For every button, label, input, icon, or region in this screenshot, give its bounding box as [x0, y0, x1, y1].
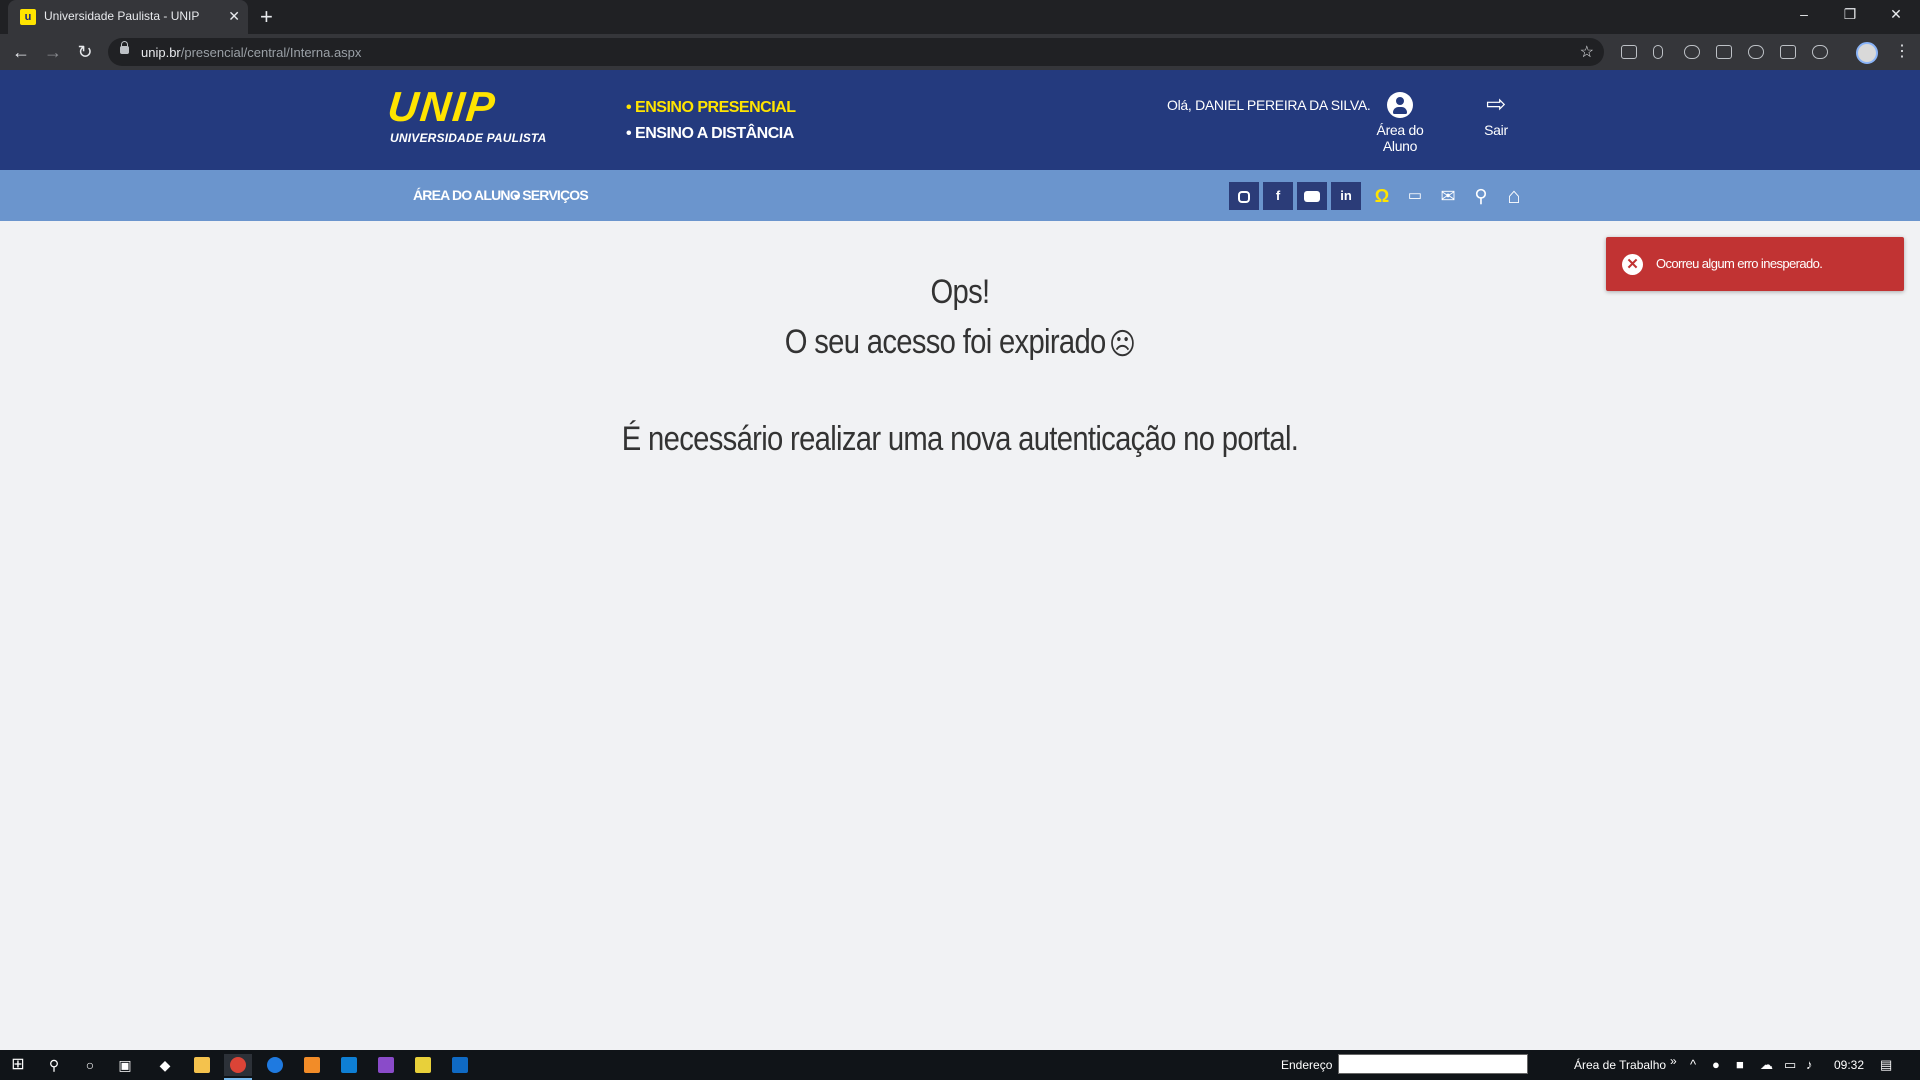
error-circle-icon: ✕	[1622, 254, 1643, 275]
taskbar-address-input[interactable]	[1338, 1054, 1528, 1074]
windows-taskbar: ⊞ ⚲ ○ ▣ ◆ Endereço Área de Trabalho » ^ …	[0, 1050, 1920, 1080]
back-button[interactable]: ←	[9, 40, 33, 64]
windows-start-icon[interactable]: ⊞	[8, 1055, 28, 1075]
bookmark-star-icon[interactable]: ☆	[1580, 42, 1594, 62]
search-icon[interactable]: ⚲	[1469, 183, 1493, 209]
firefox-app[interactable]	[261, 1054, 289, 1076]
git-app-icon[interactable]: ◆	[155, 1055, 175, 1075]
python-app[interactable]	[409, 1054, 437, 1076]
notifications-icon[interactable]: ▤	[1880, 1057, 1892, 1073]
student-area-button[interactable]: Área do Aluno	[1360, 92, 1440, 154]
reauthentication-message: É necessário realizar uma nova autentica…	[621, 420, 1299, 458]
desktop-toolbar-label[interactable]: Área de Trabalho	[1574, 1058, 1666, 1072]
tv-icon[interactable]: ▭	[1403, 183, 1427, 209]
mode-presencial-link[interactable]: • ENSINO PRESENCIAL	[626, 95, 796, 121]
headset-icon[interactable]: Ω	[1370, 183, 1394, 209]
search-icon[interactable]: ⚲	[44, 1055, 64, 1075]
outlook-tray-icon[interactable]: ■	[1736, 1057, 1744, 1072]
extension-icon[interactable]	[1621, 45, 1637, 59]
nav-area-do-aluno[interactable]: ÁREA DO ALUNO	[413, 187, 521, 203]
error-heading: Ops!	[930, 273, 990, 311]
toast-message: Ocorreu algum erro inesperado.	[1656, 256, 1823, 271]
chevron-up-icon[interactable]: ^	[1690, 1057, 1696, 1072]
extension-icon[interactable]	[1812, 45, 1828, 59]
cortana-icon[interactable]: ○	[80, 1055, 100, 1075]
home-icon[interactable]: ⌂	[1502, 183, 1526, 209]
toolbar-more-icon[interactable]: »	[1670, 1054, 1677, 1068]
sign-out-icon: ⇨	[1486, 91, 1506, 118]
error-toast[interactable]: ✕ Ocorreu algum erro inesperado.	[1606, 237, 1904, 291]
forward-button[interactable]: →	[41, 40, 65, 64]
browser-tab-bar: u Universidade Paulista - UNIP ✕ + – ❐ ✕	[0, 0, 1920, 34]
chevron-down-icon: ▾	[514, 192, 519, 203]
unip-favicon-icon: u	[20, 9, 36, 25]
logout-label: Sair	[1484, 122, 1508, 138]
nav-servicos[interactable]: ▾ SERVIÇOS	[514, 187, 589, 203]
chrome-app[interactable]	[224, 1054, 252, 1080]
linkedin-icon[interactable]: in	[1331, 182, 1361, 210]
extension-icon[interactable]	[1653, 45, 1663, 59]
lock-icon	[120, 41, 129, 54]
session-expired-message: O seu acesso foi expirado ☹	[784, 323, 1136, 361]
task-view-icon[interactable]: ▣	[115, 1055, 135, 1075]
extension-icon[interactable]	[1780, 45, 1796, 59]
browser-tab[interactable]: u Universidade Paulista - UNIP ✕	[8, 0, 248, 34]
logo-subtitle: UNIVERSIDADE PAULISTA	[390, 131, 547, 145]
main-navbar: ÁREA DO ALUNO ▾ SERVIÇOS f in Ω ▭ ✉ ⚲ ⌂	[0, 170, 1920, 221]
clock[interactable]: 09:32	[1834, 1058, 1864, 1072]
mode-distancia-link[interactable]: • ENSINO A DISTÂNCIA	[626, 121, 795, 147]
browser-toolbar: ← → ↻ unip.br/presencial/central/Interna…	[0, 34, 1920, 70]
unip-logo[interactable]: UNIP UNIVERSIDADE PAULISTA	[385, 83, 547, 145]
user-greeting: Olá, DANIEL PEREIRA DA SILVA.	[1167, 97, 1371, 113]
teaching-modes: • ENSINO PRESENCIAL • ENSINO A DISTÂNCIA	[626, 95, 796, 147]
visual-studio-app[interactable]	[372, 1054, 400, 1076]
student-area-label: Área do Aluno	[1376, 122, 1424, 154]
network-icon[interactable]: ▭	[1784, 1057, 1796, 1073]
volume-icon[interactable]: ♪	[1806, 1057, 1813, 1072]
address-toolbar-label: Endereço	[1281, 1058, 1333, 1072]
vscode-app[interactable]	[335, 1054, 363, 1076]
instagram-icon[interactable]	[1229, 182, 1259, 210]
close-tab-icon[interactable]: ✕	[228, 7, 240, 25]
extension-icon[interactable]	[1684, 45, 1700, 59]
outlook-app[interactable]	[446, 1054, 474, 1076]
youtube-icon[interactable]	[1297, 182, 1327, 210]
logout-button[interactable]: ⇨ Sair	[1476, 91, 1516, 139]
reload-button[interactable]: ↻	[73, 40, 97, 64]
close-window-button[interactable]: ✕	[1876, 3, 1916, 25]
address-bar[interactable]: unip.br/presencial/central/Interna.aspx …	[108, 38, 1604, 66]
user-circle-icon	[1387, 92, 1413, 118]
sad-face-icon: ☹	[1109, 327, 1136, 361]
extension-icon[interactable]	[1716, 45, 1732, 59]
url-text[interactable]: unip.br/presencial/central/Interna.aspx	[141, 45, 361, 60]
cloud-icon[interactable]: ☁	[1760, 1057, 1773, 1073]
profile-avatar[interactable]	[1856, 42, 1878, 64]
restore-button[interactable]: ❐	[1830, 3, 1870, 25]
mail-icon[interactable]: ✉	[1436, 183, 1460, 209]
file-explorer-app[interactable]	[188, 1054, 216, 1076]
new-tab-button[interactable]: +	[260, 4, 273, 30]
sublime-app[interactable]	[298, 1054, 326, 1076]
microphone-icon[interactable]: ●	[1712, 1057, 1720, 1072]
site-header: UNIP UNIVERSIDADE PAULISTA • ENSINO PRES…	[0, 70, 1920, 170]
tab-title: Universidade Paulista - UNIP	[44, 9, 200, 23]
logo-wordmark: UNIP	[385, 83, 499, 130]
minimize-button[interactable]: –	[1784, 3, 1824, 25]
facebook-icon[interactable]: f	[1263, 182, 1293, 210]
extension-icon[interactable]	[1748, 45, 1764, 59]
browser-menu-icon[interactable]: ⋮	[1894, 41, 1910, 63]
